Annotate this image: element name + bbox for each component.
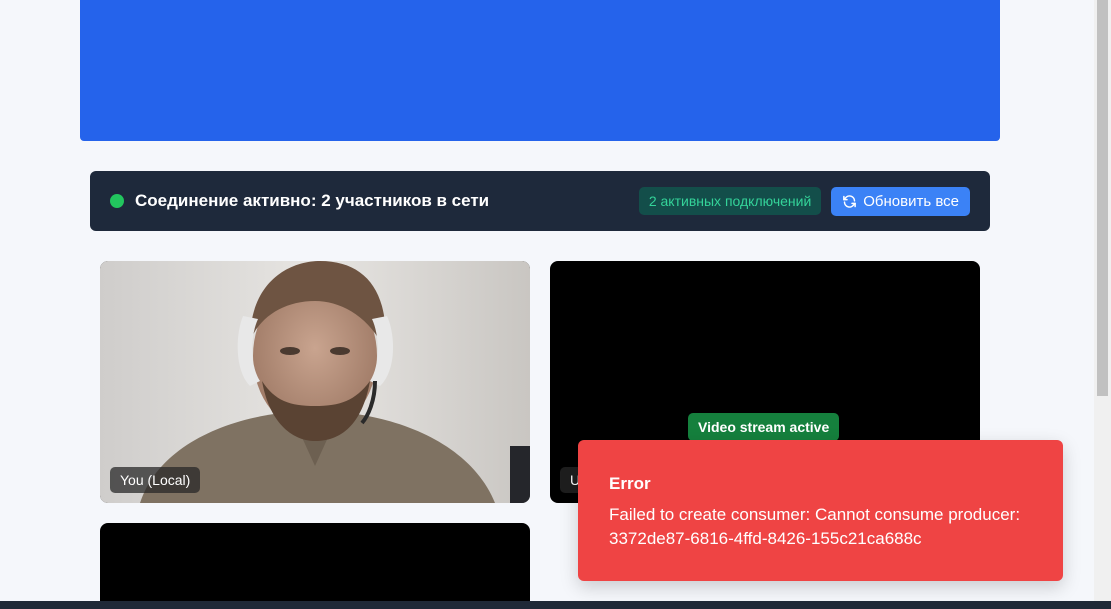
connection-status-text: Соединение активно: 2 участников в сети [135,191,490,210]
connections-badge: 2 активных подключений [638,187,822,215]
refresh-all-label: Обновить все [863,192,959,210]
participant-video-tile[interactable] [100,523,530,601]
taskbar-strip [0,601,1111,609]
hero-banner [80,0,1000,141]
video-stream-status-badge: Video stream active [688,413,840,441]
error-toast[interactable]: Error Failed to create consumer: Cannot … [578,440,1063,581]
local-participant-label: You (Local) [110,467,201,493]
local-video-tile[interactable]: You (Local) [100,261,530,503]
refresh-icon [843,194,857,208]
refresh-all-button[interactable]: Обновить все [831,186,970,216]
scrollbar-thumb[interactable] [1097,0,1108,396]
error-toast-message: Failed to create consumer: Cannot consum… [609,505,1021,548]
connection-status-bar: Соединение активно: 2 участников в сети … [90,171,990,231]
error-toast-title: Error [609,474,651,493]
status-dot-icon [110,194,124,208]
page: Соединение активно: 2 участников в сети … [0,0,1094,601]
